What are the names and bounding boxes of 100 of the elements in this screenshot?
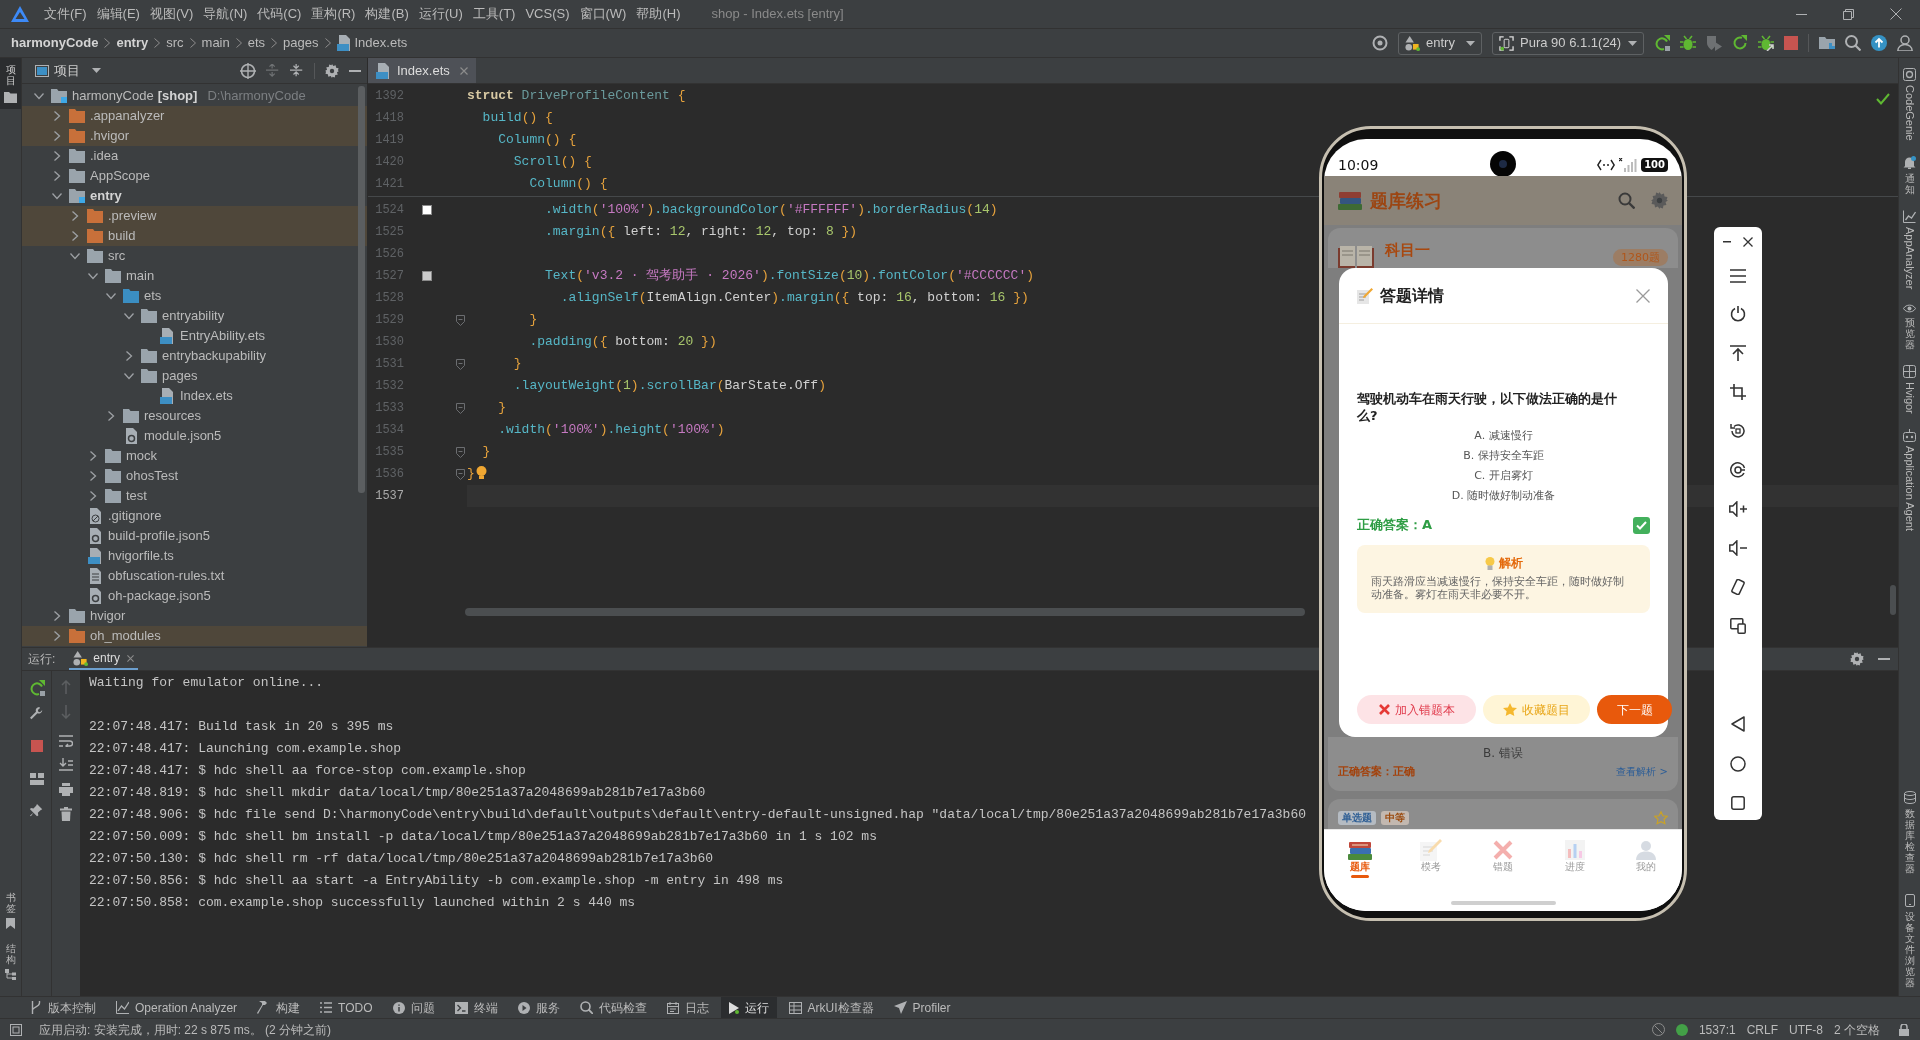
- menu-item[interactable]: 运行(U): [413, 3, 468, 25]
- menu-item[interactable]: 视图(V): [144, 3, 199, 25]
- tree-item[interactable]: .preview: [22, 206, 367, 226]
- trash-icon[interactable]: [60, 807, 72, 821]
- breadcrumb[interactable]: ets: [247, 33, 266, 53]
- lightbulb-icon[interactable]: [475, 465, 487, 479]
- scrollbar[interactable]: [358, 86, 365, 493]
- tool-window-button[interactable]: 构建: [249, 997, 309, 1018]
- tree-item[interactable]: .hvigor: [22, 126, 367, 146]
- user-icon[interactable]: [1897, 35, 1913, 51]
- target-icon[interactable]: [1372, 35, 1388, 51]
- chevron-icon[interactable]: [106, 411, 116, 421]
- device-dropdown[interactable]: Pura 90 6.1.1(24): [1492, 31, 1644, 55]
- arrow-up-icon[interactable]: [1730, 345, 1746, 361]
- crop-icon[interactable]: [1730, 384, 1746, 400]
- chevron-icon[interactable]: [70, 251, 80, 261]
- search-icon[interactable]: [1845, 35, 1861, 51]
- tool-window-button[interactable]: 版本控制: [22, 997, 104, 1018]
- tab-bar-item[interactable]: 错题: [1467, 839, 1539, 878]
- breadcrumb[interactable]: pages: [283, 33, 319, 53]
- restore-icon[interactable]: [1843, 8, 1854, 20]
- back-icon[interactable]: [1731, 716, 1745, 732]
- lock-icon[interactable]: [1899, 1023, 1909, 1036]
- menu-item[interactable]: VCS(S): [520, 3, 575, 25]
- menu-item[interactable]: 代码(C): [252, 3, 307, 25]
- chevron-icon[interactable]: [70, 211, 80, 221]
- menu-item[interactable]: 帮助(H): [631, 3, 686, 25]
- chevron-icon[interactable]: [52, 171, 62, 181]
- tool-window-button[interactable]: 运行: [720, 997, 777, 1018]
- file-encoding[interactable]: UTF-8: [1789, 1020, 1823, 1039]
- chevron-icon[interactable]: [52, 131, 62, 141]
- tool-window-button[interactable]: 数据库检查器: [1903, 791, 1916, 874]
- tab-bar-item[interactable]: 进度: [1538, 839, 1611, 878]
- menu-item[interactable]: 重构(R): [306, 3, 361, 25]
- caret-icon[interactable]: [1466, 40, 1475, 46]
- tool-window-button[interactable]: AppAnalyzer: [1903, 209, 1916, 290]
- menu-item[interactable]: 导航(N): [198, 3, 253, 25]
- tree-item[interactable]: hvigor: [22, 606, 132, 626]
- fold-icon[interactable]: [455, 468, 465, 480]
- tree-item[interactable]: AppScope: [22, 166, 156, 186]
- tree-item[interactable]: .idea: [22, 146, 125, 166]
- breadcrumb[interactable]: entry: [116, 33, 149, 53]
- refresh-icon[interactable]: [1732, 35, 1748, 51]
- stop-icon[interactable]: [30, 740, 43, 752]
- tree-item[interactable]: .gitignore: [22, 506, 168, 526]
- tool-window-button[interactable]: 服务: [509, 997, 568, 1018]
- minimize-icon[interactable]: [349, 69, 361, 72]
- tree-item[interactable]: hvigorfile.ts: [22, 546, 180, 566]
- wrap-icon[interactable]: [59, 735, 73, 747]
- breadcrumb[interactable]: src: [166, 33, 184, 53]
- volume-up-icon[interactable]: [1729, 501, 1747, 517]
- chevron-icon[interactable]: [52, 111, 62, 121]
- tree-item[interactable]: module.json5: [22, 426, 228, 446]
- panel-title[interactable]: 项目: [54, 60, 80, 81]
- tree-item[interactable]: resources: [22, 406, 208, 426]
- tab-bar-item[interactable]: 模考: [1395, 839, 1468, 878]
- tool-window-button[interactable]: Application Agent: [1903, 428, 1916, 531]
- dialog-button[interactable]: 下一题: [1597, 695, 1672, 724]
- fold-icon[interactable]: [455, 446, 465, 458]
- tree-item[interactable]: main: [22, 266, 161, 286]
- chevron-icon[interactable]: [88, 451, 98, 461]
- wrench-icon[interactable]: [29, 707, 44, 721]
- target-icon[interactable]: [240, 62, 256, 79]
- scrollbar[interactable]: [1890, 585, 1896, 615]
- arrow-up-icon[interactable]: [1871, 35, 1887, 51]
- bug-icon[interactable]: [1680, 35, 1696, 51]
- circle-arrow-icon[interactable]: [1730, 462, 1746, 478]
- tool-window-button[interactable]: Hvigor: [1903, 365, 1916, 414]
- pin-icon[interactable]: [29, 804, 44, 818]
- dialog-button[interactable]: 加入错题本: [1357, 695, 1476, 724]
- settings-icon[interactable]: [325, 63, 339, 78]
- tool-window-button[interactable]: Profiler: [885, 997, 959, 1018]
- tree-item[interactable]: build: [22, 226, 367, 246]
- tree-item[interactable]: .appanalyzer: [22, 106, 367, 126]
- folder-icon[interactable]: [1819, 35, 1835, 51]
- chevron-icon[interactable]: [124, 311, 134, 321]
- tree-item[interactable]: EntryAbility.ets: [22, 326, 271, 346]
- chevron-icon[interactable]: [52, 151, 62, 161]
- chevron-icon[interactable]: [52, 191, 62, 201]
- tree-item[interactable]: entrybackupability: [22, 346, 273, 366]
- volume-down-icon[interactable]: [1729, 540, 1747, 556]
- scroll-end-icon[interactable]: [59, 758, 73, 771]
- tree-item[interactable]: entry: [22, 186, 128, 206]
- fold-icon[interactable]: [455, 402, 465, 414]
- fold-icon[interactable]: [455, 358, 465, 370]
- menu-item[interactable]: 编辑(E): [91, 3, 145, 25]
- tree-item[interactable]: ohosTest: [22, 466, 185, 486]
- editor-tab[interactable]: Index.ets: [368, 58, 476, 83]
- chevron-icon[interactable]: [88, 271, 98, 281]
- power-icon[interactable]: [1730, 306, 1746, 322]
- expand-icon[interactable]: [266, 63, 280, 78]
- chevron-icon[interactable]: [106, 291, 116, 301]
- tree-item[interactable]: oh-package.json5: [22, 586, 217, 606]
- chevron-icon[interactable]: [124, 371, 134, 381]
- settings-icon[interactable]: [1850, 652, 1864, 666]
- tree-item[interactable]: entryability: [22, 306, 231, 326]
- chevron-icon[interactable]: [124, 351, 134, 361]
- chevron-icon[interactable]: [88, 471, 98, 481]
- run-tab[interactable]: entry: [69, 648, 139, 670]
- tree-item[interactable]: test: [22, 486, 153, 506]
